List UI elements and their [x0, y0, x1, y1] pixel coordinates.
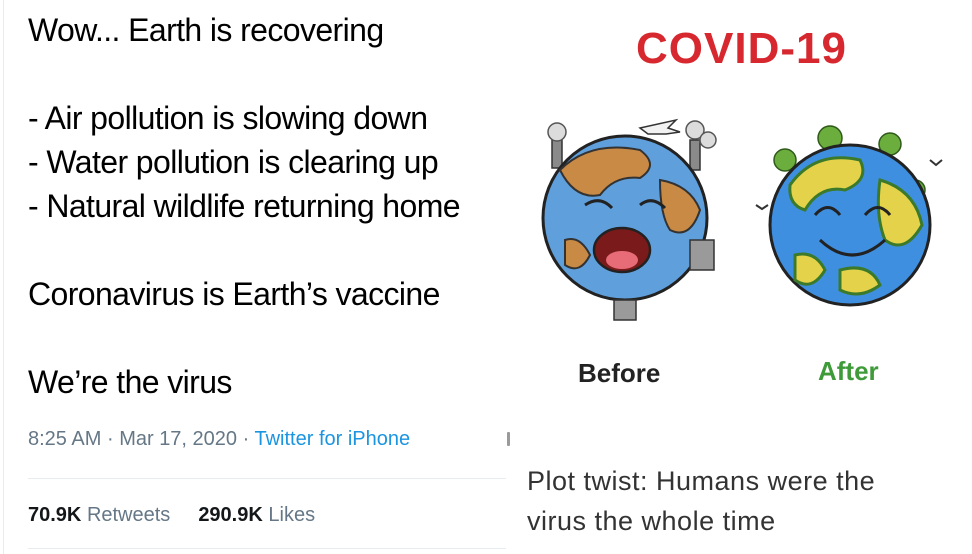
sick-earth-image [541, 118, 717, 321]
before-label: Before [578, 358, 661, 388]
caption-line-1: Plot twist: Humans were the [527, 466, 876, 496]
happy-earth-image [755, 125, 943, 307]
caption-line-2: virus the whole time [527, 506, 776, 536]
after-label: After [818, 356, 879, 386]
